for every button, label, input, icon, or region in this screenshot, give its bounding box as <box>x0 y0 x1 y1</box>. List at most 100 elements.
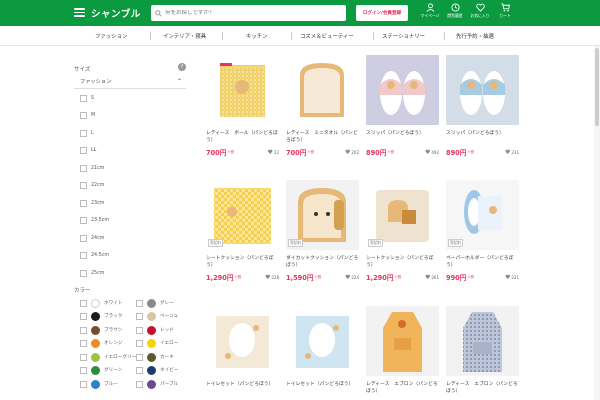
category-interior[interactable]: インテリア・寝具 <box>163 32 206 40</box>
size-option[interactable]: L <box>80 127 180 139</box>
checkbox[interactable] <box>80 380 87 388</box>
category-preorder[interactable]: 先行予約・抽選 <box>456 32 494 40</box>
mypage-button[interactable]: マイページ <box>418 3 442 19</box>
size-option[interactable]: 23cm <box>80 197 180 209</box>
checkbox[interactable] <box>136 299 143 307</box>
favorite-button[interactable]: お気に入り <box>468 3 492 19</box>
product-title[interactable]: レディース エプロン（パンどろぼう） <box>446 381 519 396</box>
checkbox[interactable] <box>80 217 87 224</box>
checkbox[interactable] <box>80 129 87 137</box>
history-button[interactable]: 閲覧履歴 <box>443 3 467 19</box>
checkbox[interactable] <box>136 313 143 320</box>
product-card[interactable]: スリッパ（パンどろぼう） 890円 +税 ♥ 492 <box>366 55 439 157</box>
product-card[interactable]: トイレセット（パンどろぼう） <box>286 306 359 396</box>
product-image[interactable]: 売切れ <box>286 180 359 250</box>
product-image[interactable]: 売切れ <box>206 180 279 250</box>
checkbox[interactable] <box>80 164 87 172</box>
checkbox[interactable] <box>80 269 87 277</box>
size-option[interactable]: 23.5cm <box>80 215 180 227</box>
color-option[interactable]: ブラック <box>80 311 122 323</box>
color-option[interactable]: ブルー <box>80 378 118 390</box>
product-title[interactable]: ダイカットクッション（パンどろぼう） <box>286 255 359 270</box>
search-box[interactable] <box>151 5 346 21</box>
checkbox[interactable] <box>136 380 143 388</box>
product-title[interactable]: トイレセット（パンどろぼう） <box>286 381 359 396</box>
color-option[interactable]: ホワイト <box>80 297 122 309</box>
color-option[interactable]: グレー <box>136 297 174 309</box>
product-card[interactable]: レディース ボール（パンどろぼう） 700円 +税 ♥ 22 <box>206 55 279 157</box>
size-option[interactable]: M <box>80 110 180 122</box>
product-title[interactable]: トイレセット（パンどろぼう） <box>206 381 279 396</box>
product-image[interactable] <box>286 55 359 125</box>
size-option[interactable]: S <box>80 92 180 104</box>
login-button[interactable]: ログイン/会員登録 <box>356 5 408 21</box>
checkbox[interactable] <box>136 367 143 374</box>
product-title[interactable]: シートクッション（パンどろぼう） <box>206 255 279 270</box>
size-option[interactable]: 21cm <box>80 162 180 174</box>
help-icon[interactable]: ? <box>178 63 186 71</box>
color-option[interactable]: ベージュ <box>136 311 178 323</box>
size-option[interactable]: 24.5cm <box>80 250 180 262</box>
site-logo[interactable]: シャンブル <box>91 6 141 20</box>
product-title[interactable]: レディース ミニタオル（パンどろぼう） <box>286 130 359 145</box>
checkbox[interactable] <box>80 112 87 119</box>
product-title[interactable]: レディース エプロン（パンどろぼう） <box>366 381 439 396</box>
category-cosmetics[interactable]: コスメ＆ビューティー <box>300 32 354 40</box>
color-option[interactable]: カーキ <box>136 351 174 363</box>
like-button[interactable]: ♥ 224 <box>345 274 359 281</box>
checkbox[interactable] <box>80 147 87 154</box>
product-image[interactable] <box>366 55 439 125</box>
product-image[interactable]: 売切れ <box>446 180 519 250</box>
category-kitchen[interactable]: キッチン <box>246 32 268 40</box>
size-option[interactable]: LL <box>80 145 180 157</box>
product-image[interactable] <box>206 55 279 125</box>
color-option[interactable]: イエロー <box>136 338 178 350</box>
product-title[interactable]: スリッパ（パンどろぼう） <box>366 130 439 145</box>
color-option[interactable]: レッド <box>136 324 174 336</box>
checkbox[interactable] <box>136 326 143 334</box>
product-card[interactable]: 売切れ ダイカットクッション（パンどろぼう） 1,590円 +税 ♥ 224 <box>286 180 359 282</box>
product-image[interactable] <box>446 55 519 125</box>
color-option[interactable]: オレンジ <box>80 338 122 350</box>
color-option[interactable]: パープル <box>136 378 178 390</box>
like-button[interactable]: ♥ 261 <box>425 274 439 281</box>
like-button[interactable]: ♥ 221 <box>505 274 519 281</box>
fashion-size-toggle[interactable]: ファッション ⌃ <box>74 78 186 89</box>
menu-icon[interactable] <box>74 8 85 17</box>
color-option[interactable]: ブラウン <box>80 324 122 336</box>
product-image[interactable] <box>286 306 359 376</box>
checkbox[interactable] <box>80 353 87 361</box>
checkbox[interactable] <box>136 353 143 361</box>
product-image[interactable] <box>366 306 439 376</box>
like-button[interactable]: ♥ 492 <box>425 149 439 156</box>
checkbox[interactable] <box>80 94 87 102</box>
category-fashion[interactable]: ファッション <box>95 32 127 40</box>
like-button[interactable]: ♥ 228 <box>265 274 279 281</box>
product-card[interactable]: 売切れ シートクッション（パンどろぼう） 1,290円 +税 ♥ 228 <box>206 180 279 282</box>
checkbox[interactable] <box>80 182 87 189</box>
product-image[interactable] <box>206 306 279 376</box>
product-image[interactable]: 売切れ <box>366 180 439 250</box>
product-card[interactable]: レディース ミニタオル（パンどろぼう） 700円 +税 ♥ 202 <box>286 55 359 157</box>
checkbox[interactable] <box>80 252 87 259</box>
product-title[interactable]: スリッパ（パンどろぼう） <box>446 130 519 145</box>
product-title[interactable]: シートクッション（パンどろぼう） <box>366 255 439 270</box>
product-card[interactable]: レディース エプロン（パンどろぼう） <box>366 306 439 396</box>
product-title[interactable]: ペーパーホルダー（パンどろぼう） <box>446 255 519 270</box>
checkbox[interactable] <box>80 340 87 347</box>
cart-button[interactable]: カート <box>493 3 517 19</box>
checkbox[interactable] <box>80 326 87 334</box>
color-option[interactable]: イエローグリーン <box>80 351 140 363</box>
like-button[interactable]: ♥ 202 <box>345 149 359 156</box>
product-card[interactable]: 売切れ シートクッション（パンどろぼう） 1,290円 +税 ♥ 261 <box>366 180 439 282</box>
size-option[interactable]: 24cm <box>80 232 180 244</box>
like-button[interactable]: ♥ 22 <box>268 149 279 156</box>
product-card[interactable]: トイレセット（パンどろぼう） <box>206 306 279 396</box>
checkbox[interactable] <box>80 199 87 207</box>
product-title[interactable]: レディース ボール（パンどろぼう） <box>206 130 279 145</box>
product-card[interactable]: スリッパ（パンどろぼう） 890円 +税 ♥ 231 <box>446 55 519 157</box>
color-option[interactable]: グリーン <box>80 365 122 377</box>
checkbox[interactable] <box>80 313 87 320</box>
like-button[interactable]: ♥ 231 <box>505 149 519 156</box>
category-stationery[interactable]: ステーショナリー <box>382 32 425 40</box>
